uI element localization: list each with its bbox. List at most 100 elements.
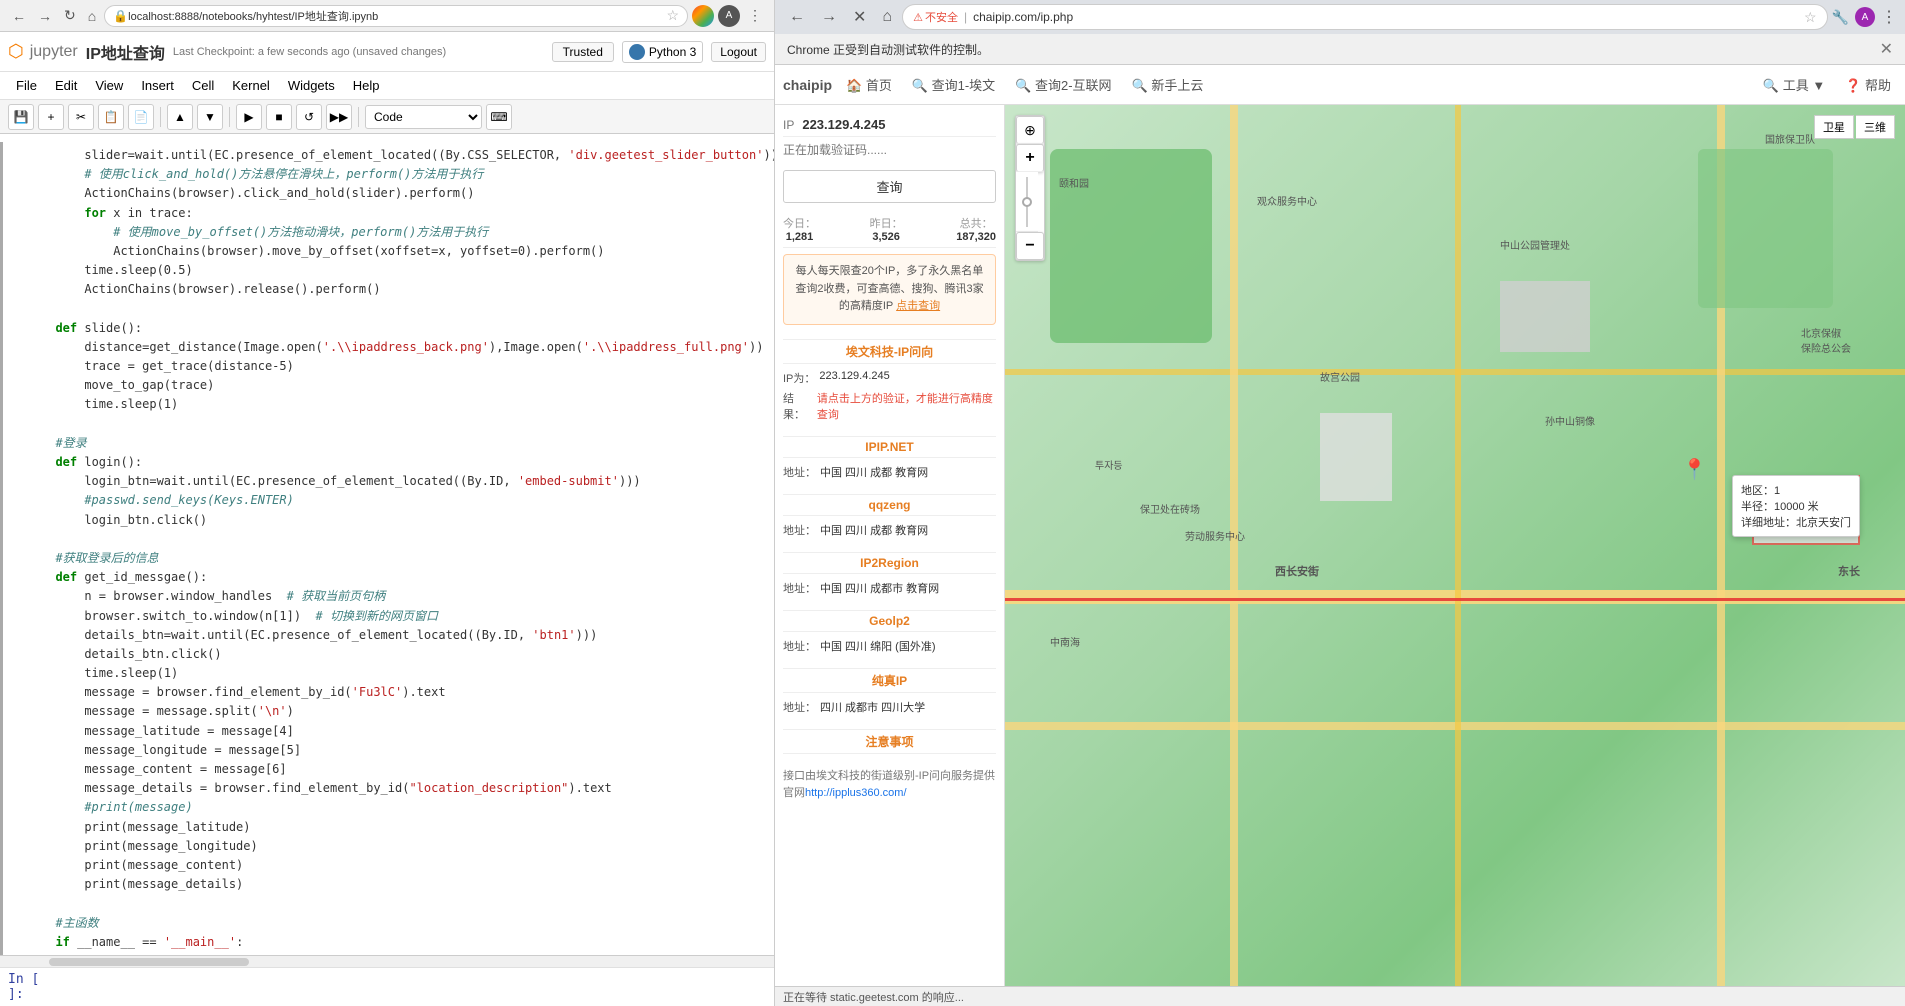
python-badge: Python 3: [622, 41, 703, 63]
chrome-icon: [692, 5, 714, 27]
warning-text: Chrome 正受到自动测试软件的控制。: [787, 41, 989, 58]
addr-value1: 中国 四川 成都 教育网: [820, 464, 928, 480]
move-up-button[interactable]: ▲: [167, 104, 193, 130]
close-warning-button[interactable]: ✕: [1880, 39, 1893, 59]
home-button[interactable]: ⌂: [84, 4, 100, 28]
ip-value: 223.129.4.245: [802, 117, 885, 132]
cut-cell-button[interactable]: ✂: [68, 104, 94, 130]
notebook-title[interactable]: IP地址查询: [86, 40, 165, 64]
map-label-6: 西长安街: [1275, 563, 1319, 579]
provider-geolp2-row1: 地址： 中国 四川 绵阳 (国外准): [783, 636, 996, 656]
provider-chunzhen: 纯真IP 地址： 四川 成都市 四川大学: [783, 664, 996, 717]
menu-view[interactable]: View: [87, 75, 131, 96]
menu-insert[interactable]: Insert: [133, 75, 182, 96]
nav-query2[interactable]: 🔍 查询2-互联网: [1009, 71, 1117, 98]
run-all-button[interactable]: ▶▶: [326, 104, 352, 130]
refresh-button[interactable]: ↻: [60, 3, 80, 28]
forward-button[interactable]: →: [34, 4, 56, 28]
today-label: 今日：: [783, 215, 816, 231]
code-cell[interactable]: slider=wait.until(EC.presence_of_element…: [0, 142, 774, 955]
logout-button[interactable]: Logout: [711, 42, 766, 62]
horizontal-scrollbar[interactable]: [0, 955, 774, 967]
nav-query1[interactable]: 🔍 查询1-埃文: [906, 71, 1001, 98]
map-zoom-out-button[interactable]: −: [1016, 232, 1044, 260]
jupyter-logo-icon: ⬡: [8, 41, 24, 62]
star-icon[interactable]: ☆: [666, 7, 679, 24]
menu-file[interactable]: File: [8, 75, 45, 96]
restart-button[interactable]: ↺: [296, 104, 322, 130]
footer-link[interactable]: http://ipplus360.com/: [805, 787, 907, 799]
provider-aiven-row1: IP为： 223.129.4.245: [783, 368, 996, 388]
copy-cell-button[interactable]: 📋: [98, 104, 124, 130]
map-label-8: 中山公园管理处: [1500, 237, 1570, 252]
menu-kernel[interactable]: Kernel: [224, 75, 278, 96]
nav-tools[interactable]: 🔍 工具 ▼: [1757, 71, 1831, 98]
park2: [1698, 149, 1833, 308]
warning-icon: ⚠: [913, 11, 923, 24]
toolbar-sep3: [358, 107, 359, 127]
save-button[interactable]: 💾: [8, 104, 34, 130]
nav-home[interactable]: 🏠 首页: [840, 71, 898, 98]
yesterday-value: 3,526: [872, 231, 900, 243]
chaipip-panel: ← → ✕ ⌂ ⚠ 不安全 | chaipip.com/ip.php ☆ 🔧 A…: [775, 0, 1905, 1006]
trusted-button[interactable]: Trusted: [552, 42, 614, 62]
code-area[interactable]: slider=wait.until(EC.presence_of_element…: [0, 134, 774, 955]
keyboard-button[interactable]: ⌨: [486, 104, 512, 130]
addr-label3: 地址：: [783, 580, 816, 596]
add-cell-button[interactable]: +: [38, 104, 64, 130]
chrome-close-button[interactable]: ✕: [847, 3, 872, 31]
address-bar-left[interactable]: 🔒 localhost:8888/notebooks/hyhtest/IP地址查…: [104, 5, 688, 27]
input-cell-prompt: In [ ]:: [8, 972, 58, 1002]
more-button[interactable]: ⋮: [744, 3, 766, 28]
satellite-button[interactable]: 卫星: [1814, 115, 1854, 139]
promo-link[interactable]: 点击查询: [896, 300, 940, 312]
provider-ipip: IPIP.NET 地址： 中国 四川 成都 教育网: [783, 432, 996, 482]
provider-chunzhen-name: 纯真IP: [783, 668, 996, 693]
addr-value5: 四川 成都市 四川大学: [820, 699, 925, 715]
chrome-address-bar[interactable]: ⚠ 不安全 | chaipip.com/ip.php ☆: [902, 4, 1827, 30]
slider-thumb[interactable]: [1022, 197, 1032, 207]
run-button[interactable]: ▶: [236, 104, 262, 130]
building1: [1320, 413, 1392, 501]
map-nav-button[interactable]: ⊕: [1016, 116, 1044, 144]
nav-help[interactable]: ❓ 帮助: [1839, 71, 1897, 98]
provider-aiven: 埃文科技-IP问向 IP为： 223.129.4.245 结果： 请点击上方的验…: [783, 335, 996, 424]
code-pre: slider=wait.until(EC.presence_of_element…: [55, 146, 774, 955]
move-down-button[interactable]: ▼: [197, 104, 223, 130]
cell-type-select[interactable]: Code Markdown Raw NBConvert: [365, 105, 482, 129]
chrome-back-button[interactable]: ←: [783, 4, 811, 30]
map-zoom-in-button[interactable]: +: [1016, 144, 1044, 172]
chrome-profile-button[interactable]: A: [1855, 7, 1875, 27]
menu-cell[interactable]: Cell: [184, 75, 222, 96]
map-panel[interactable]: 颐和园 观众服务中心 国旅保卫队 北京保俶保险总公会 中南海 西长安街 东长 中…: [1005, 105, 1905, 986]
interrupt-button[interactable]: ■: [266, 104, 292, 130]
toolbar-sep2: [229, 107, 230, 127]
menu-widgets[interactable]: Widgets: [280, 75, 343, 96]
chrome-menu-button[interactable]: ⋮: [1881, 7, 1897, 27]
back-button[interactable]: ←: [8, 4, 30, 28]
chrome-extensions-button[interactable]: 🔧: [1832, 9, 1849, 26]
3d-button[interactable]: 三维: [1856, 115, 1895, 139]
provider-ipip-name: IPIP.NET: [783, 436, 996, 458]
provider-qqzeng: qqzeng 地址： 中国 四川 成都 教育网: [783, 490, 996, 540]
paste-cell-button[interactable]: 📄: [128, 104, 154, 130]
star-icon-right[interactable]: ☆: [1804, 9, 1817, 26]
menu-edit[interactable]: Edit: [47, 75, 85, 96]
addr-label1: 地址：: [783, 464, 816, 480]
addr-label5: 地址：: [783, 699, 816, 715]
nav-cloud[interactable]: 🔍 新手上云: [1126, 71, 1210, 98]
chaipip-nav: chaipip 🏠 首页 🔍 查询1-埃文 🔍 查询2-互联网 🔍 新手上云 🔍…: [775, 65, 1905, 105]
query-button[interactable]: 查询: [783, 170, 996, 203]
chrome-forward-button[interactable]: →: [815, 4, 843, 30]
map-label-12: 保卫处在砖场: [1140, 501, 1200, 516]
menu-help[interactable]: Help: [345, 75, 388, 96]
zoom-slider[interactable]: [1016, 172, 1038, 232]
chrome-home-button[interactable]: ⌂: [876, 4, 898, 30]
loading-text: 正在加载验证码......: [783, 137, 996, 162]
scrollbar-thumb[interactable]: [49, 958, 249, 966]
provider-aiven-row2: 结果： 请点击上方的验证，才能进行高精度查询: [783, 388, 996, 424]
addr-label4: 地址：: [783, 638, 816, 654]
jupyter-header: ⬡ jupyter IP地址查询 Last Checkpoint: a few …: [0, 32, 774, 72]
map-label-9: 孙中山铜像: [1545, 413, 1595, 428]
provider-aiven-name: 埃文科技-IP问向: [783, 339, 996, 364]
